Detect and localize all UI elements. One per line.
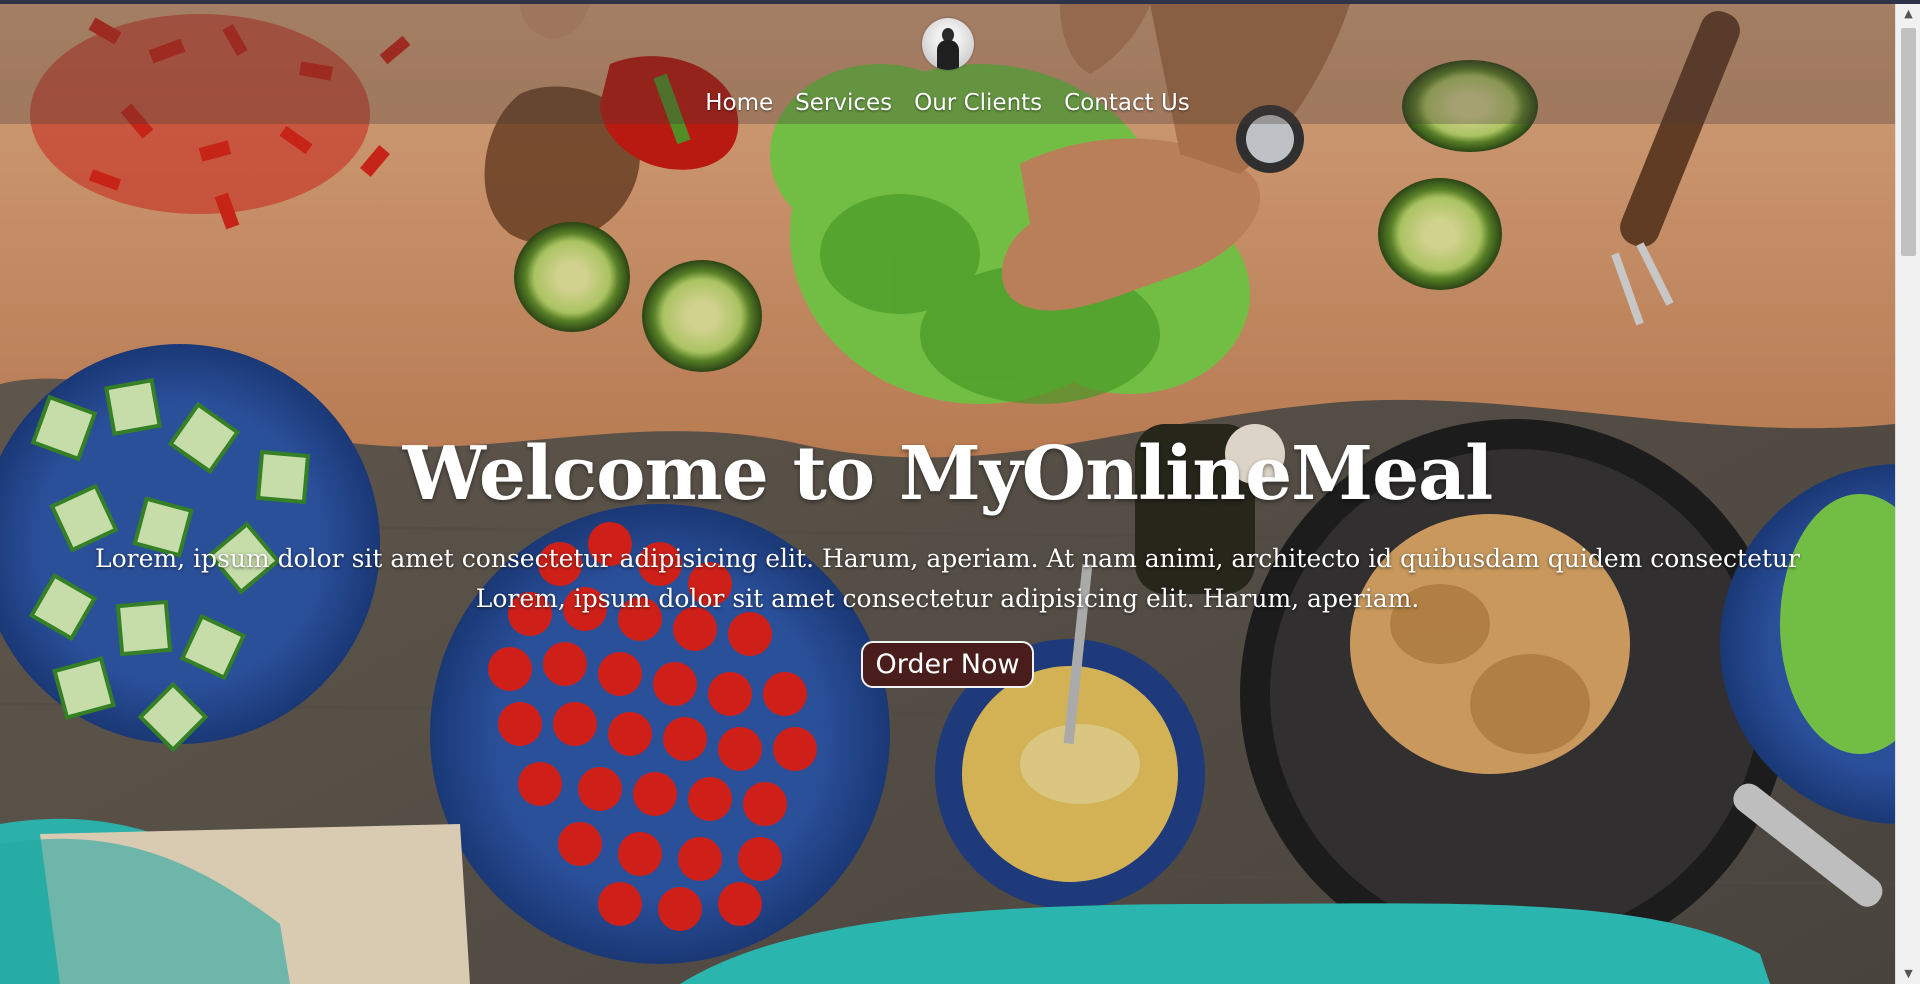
scrollbar-thumb[interactable]: [1901, 28, 1916, 256]
navbar: Home Services Our Clients Contact Us: [0, 4, 1895, 124]
nav-link-services[interactable]: Services: [795, 90, 892, 116]
hero-title: Welcome to MyOnlineMeal: [402, 431, 1493, 517]
person-silhouette-logo[interactable]: [922, 18, 974, 70]
hero-description: Lorem, ipsum dolor sit amet consectetur …: [58, 539, 1838, 619]
order-now-button[interactable]: Order Now: [861, 640, 1034, 688]
vertical-scrollbar[interactable]: ▲ ▼: [1895, 4, 1920, 984]
hero-description-line-1: Lorem, ipsum dolor sit amet consectetur …: [95, 543, 1800, 573]
nav-link-our-clients[interactable]: Our Clients: [914, 90, 1042, 116]
hero-section: Welcome to MyOnlineMeal Lorem, ipsum dol…: [0, 430, 1895, 688]
scroll-down-arrow-icon[interactable]: ▼: [1896, 964, 1920, 984]
hero-description-line-2: Lorem, ipsum dolor sit amet consectetur …: [475, 583, 1420, 613]
scroll-up-arrow-icon[interactable]: ▲: [1896, 4, 1920, 24]
nav-links: Home Services Our Clients Contact Us: [0, 90, 1895, 116]
logo-figure-body: [937, 40, 959, 70]
nav-link-contact-us[interactable]: Contact Us: [1064, 90, 1190, 116]
nav-link-home[interactable]: Home: [705, 90, 773, 116]
